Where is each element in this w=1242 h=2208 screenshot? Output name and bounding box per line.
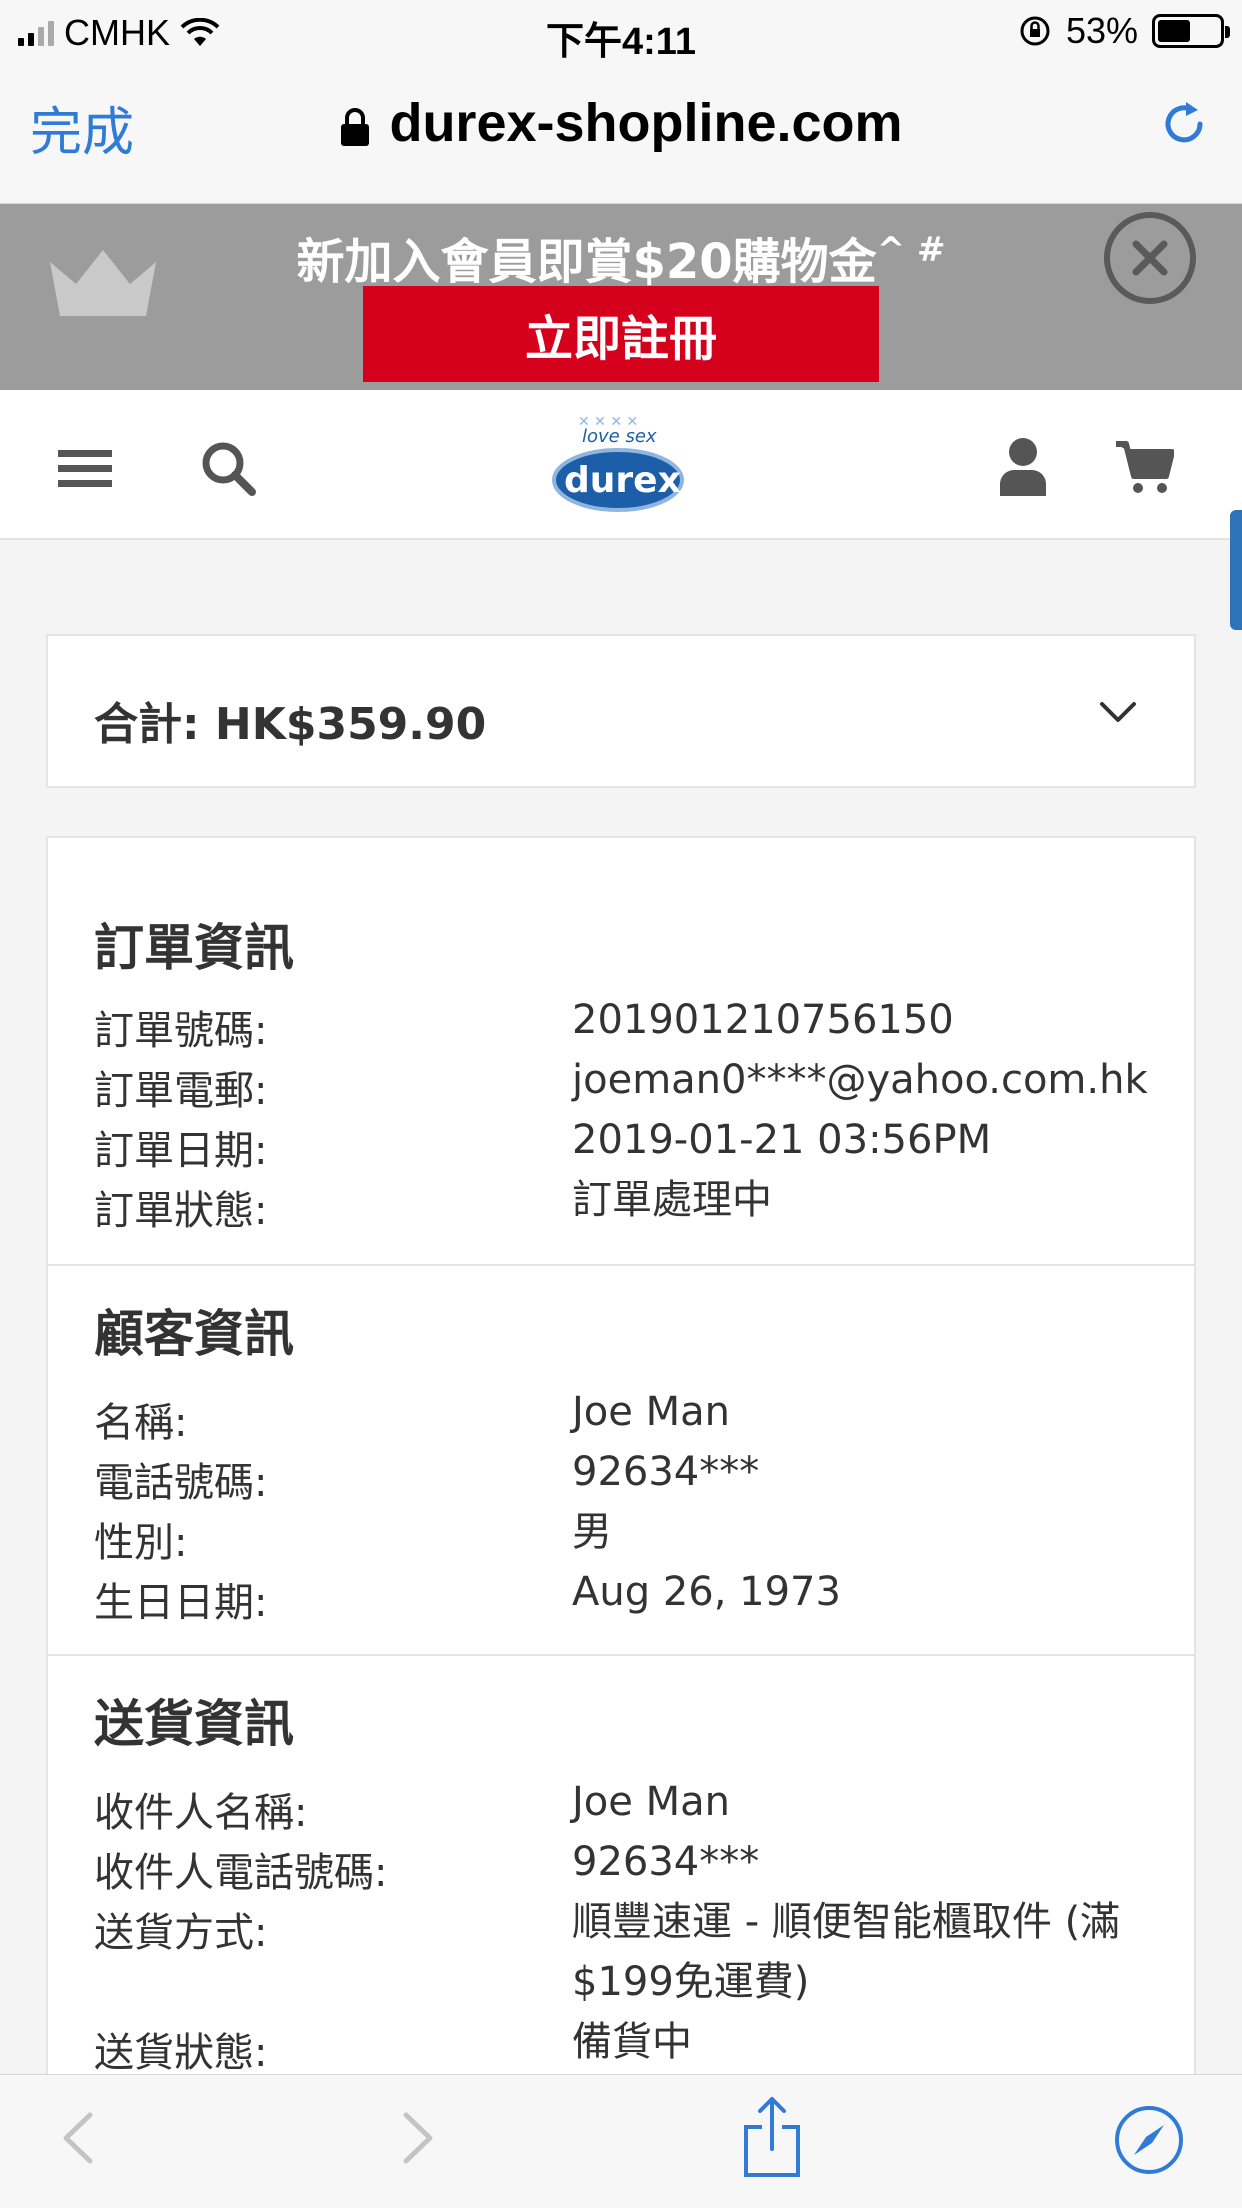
lock-icon — [341, 107, 370, 146]
detail-value: Aug 26, 1973 — [572, 1569, 841, 1615]
detail-value: Joe Man — [572, 1779, 730, 1825]
order-details-card: 訂單資訊 訂單號碼: 201901210756150 訂單電郵: joeman0… — [46, 836, 1196, 2136]
browser-nav-bar: 完成 durex-shopline.com — [0, 62, 1242, 204]
forward-arrow-icon[interactable] — [396, 2103, 440, 2173]
logo-brand: durex — [564, 460, 681, 501]
detail-label: 生日日期: — [94, 1580, 268, 1626]
search-icon[interactable] — [198, 430, 258, 500]
orientation-lock-icon — [1020, 16, 1050, 46]
detail-label: 性別: — [94, 1520, 188, 1566]
order-info-section: 訂單資訊 訂單號碼: 201901210756150 訂單電郵: joeman0… — [48, 838, 1194, 1266]
durex-logo[interactable]: ✕ ✕ ✕ ✕ love sex durex — [548, 408, 688, 518]
promo-banner: 新加入會員即賞$20購物金^ # 立即註冊 — [0, 204, 1242, 390]
hamburger-icon[interactable] — [58, 430, 112, 500]
detail-label: 送貨方式: — [94, 1910, 268, 1956]
detail-label: 名稱: — [94, 1400, 188, 1446]
order-total: 合計: HK$359.90 — [94, 699, 487, 750]
status-right-group: 53% — [1018, 10, 1230, 52]
detail-value: 備貨中 — [572, 2019, 692, 2065]
detail-label: 訂單日期: — [94, 1128, 268, 1174]
logo-tagline: love sex — [582, 426, 657, 447]
side-tab[interactable] — [1230, 510, 1242, 630]
back-arrow-icon[interactable] — [56, 2103, 100, 2173]
battery-icon — [1152, 14, 1230, 48]
detail-label: 訂單號碼: — [94, 1008, 268, 1054]
detail-value: 92634*** — [572, 1449, 760, 1495]
reload-icon[interactable] — [1156, 96, 1212, 152]
site-header: ✕ ✕ ✕ ✕ love sex durex — [0, 390, 1242, 540]
battery-percent: 53% — [1065, 10, 1138, 51]
promo-headline: 新加入會員即賞$20購物金 — [296, 234, 877, 290]
chevron-down-icon[interactable] — [1098, 696, 1138, 726]
customer-info-title: 顧客資訊 — [94, 1305, 294, 1363]
detail-value: joeman0****@yahoo.com.hk — [572, 1057, 1148, 1103]
detail-label: 送貨狀態: — [94, 2030, 268, 2076]
detail-label: 訂單電郵: — [94, 1068, 268, 1114]
detail-value: 訂單處理中 — [572, 1177, 772, 1223]
compass-icon[interactable] — [1114, 2105, 1184, 2175]
customer-info-section: 顧客資訊 名稱: Joe Man 電話號碼: 92634*** 性別: 男 生日… — [48, 1266, 1194, 1656]
detail-label: 收件人名稱: — [94, 1790, 308, 1836]
detail-value: 順豐速運 - 順便智能櫃取件 (滿$199免運費) — [572, 1899, 1121, 2005]
detail-label: 訂單狀態: — [94, 1188, 268, 1234]
share-icon[interactable] — [742, 2095, 802, 2179]
promo-text: 新加入會員即賞$20購物金^ # — [0, 222, 1242, 292]
status-bar: CMHK 下午4:11 53% — [0, 0, 1242, 63]
delivery-info-title: 送貨資訊 — [94, 1695, 294, 1753]
address-bar[interactable]: durex-shopline.com — [0, 92, 1242, 154]
detail-value: Joe Man — [572, 1389, 730, 1435]
close-icon[interactable] — [1102, 210, 1198, 306]
cart-icon[interactable] — [1114, 430, 1174, 500]
user-icon[interactable] — [1000, 430, 1046, 500]
url-text: durex-shopline.com — [389, 93, 903, 153]
delivery-info-section: 送貨資訊 收件人名稱: Joe Man 收件人電話號碼: 92634*** 送貨… — [48, 1656, 1194, 2136]
detail-value: 201901210756150 — [572, 997, 954, 1043]
browser-toolbar — [0, 2074, 1242, 2208]
detail-label: 電話號碼: — [94, 1460, 268, 1506]
order-total-card[interactable]: 合計: HK$359.90 — [46, 634, 1196, 788]
detail-value: 2019-01-21 03:56PM — [572, 1117, 992, 1163]
detail-label: 收件人電話號碼: — [94, 1850, 388, 1896]
detail-value: 男 — [572, 1509, 612, 1555]
detail-value: 92634*** — [572, 1839, 760, 1885]
promo-footnote-marks: ^ # — [876, 230, 946, 270]
order-info-title: 訂單資訊 — [94, 919, 294, 977]
register-button[interactable]: 立即註冊 — [363, 286, 879, 382]
